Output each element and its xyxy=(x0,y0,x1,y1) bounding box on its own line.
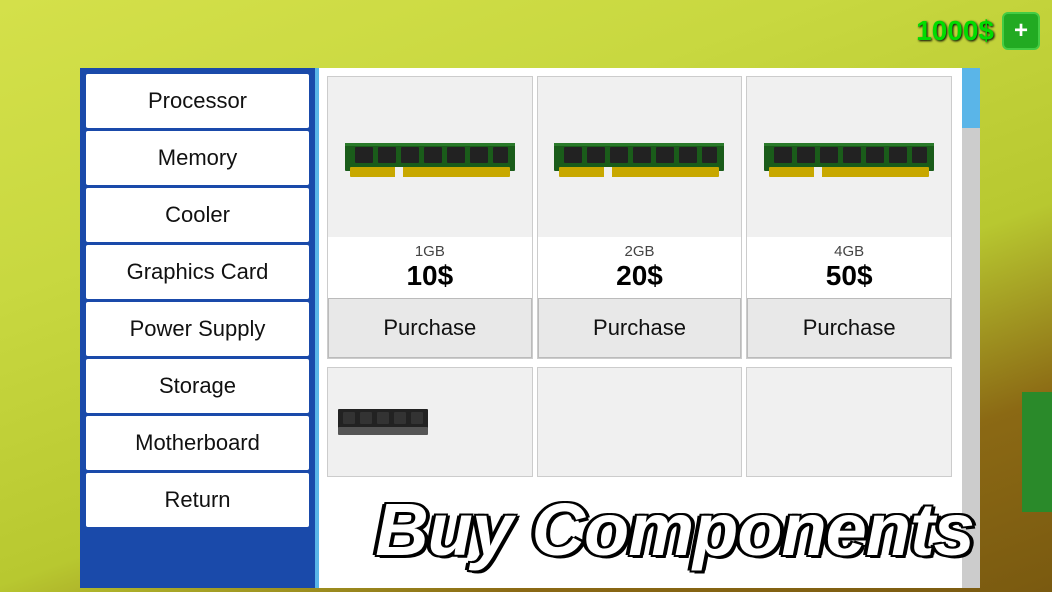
product-image-1gb xyxy=(328,77,532,237)
product-image-4gb xyxy=(747,77,951,237)
product-info-4gb: 4GB 50$ xyxy=(747,237,951,298)
product-size-1gb: 1GB xyxy=(332,243,528,260)
sidebar-item-power-supply[interactable]: Power Supply xyxy=(86,302,309,356)
sidebar-item-return[interactable]: Return xyxy=(86,473,309,527)
product-size-4gb: 4GB xyxy=(751,243,947,260)
sidebar-item-graphics-card[interactable]: Graphics Card xyxy=(86,245,309,299)
plus-icon: + xyxy=(1014,19,1028,43)
product-price-2gb: 20$ xyxy=(542,260,738,292)
purchase-button-4gb[interactable]: Purchase xyxy=(747,298,951,358)
product-image-2gb xyxy=(538,77,742,237)
product-size-2gb: 2GB xyxy=(542,243,738,260)
product-grid: 1GB 10$ Purchase xyxy=(319,68,980,359)
add-money-button[interactable]: + xyxy=(1002,12,1040,50)
purchase-button-1gb[interactable]: Purchase xyxy=(328,298,532,358)
sidebar-item-processor[interactable]: Processor xyxy=(86,74,309,128)
ram-image-1gb xyxy=(345,135,515,180)
product-price-1gb: 10$ xyxy=(332,260,528,292)
money-amount: 1000$ xyxy=(916,15,994,47)
ram-dark-image xyxy=(338,407,428,437)
content-area: 1GB 10$ Purchase xyxy=(315,68,980,588)
main-panel: Processor Memory Cooler Graphics Card Po… xyxy=(80,68,980,588)
scrollbar-track[interactable] xyxy=(962,68,980,588)
decorative-green-box xyxy=(1022,392,1052,512)
product-card-1gb: 1GB 10$ Purchase xyxy=(327,76,533,359)
product-card-row2-1 xyxy=(327,367,533,477)
sidebar: Processor Memory Cooler Graphics Card Po… xyxy=(80,68,315,588)
product-grid-row2 xyxy=(319,363,980,483)
product-card-row2-2 xyxy=(537,367,743,477)
sidebar-item-cooler[interactable]: Cooler xyxy=(86,188,309,242)
scrollbar-thumb[interactable] xyxy=(962,68,980,128)
sidebar-item-storage[interactable]: Storage xyxy=(86,359,309,413)
product-card-2gb: 2GB 20$ Purchase xyxy=(537,76,743,359)
product-info-1gb: 1GB 10$ xyxy=(328,237,532,298)
product-card-row2-3 xyxy=(746,367,952,477)
money-display: 1000$ + xyxy=(916,12,1040,50)
sidebar-item-motherboard[interactable]: Motherboard xyxy=(86,416,309,470)
purchase-button-2gb[interactable]: Purchase xyxy=(538,298,742,358)
product-price-4gb: 50$ xyxy=(751,260,947,292)
ram-image-4gb xyxy=(764,135,934,180)
sidebar-item-memory[interactable]: Memory xyxy=(86,131,309,185)
product-card-4gb: 4GB 50$ Purchase xyxy=(746,76,952,359)
product-info-2gb: 2GB 20$ xyxy=(538,237,742,298)
ram-image-2gb xyxy=(554,135,724,180)
